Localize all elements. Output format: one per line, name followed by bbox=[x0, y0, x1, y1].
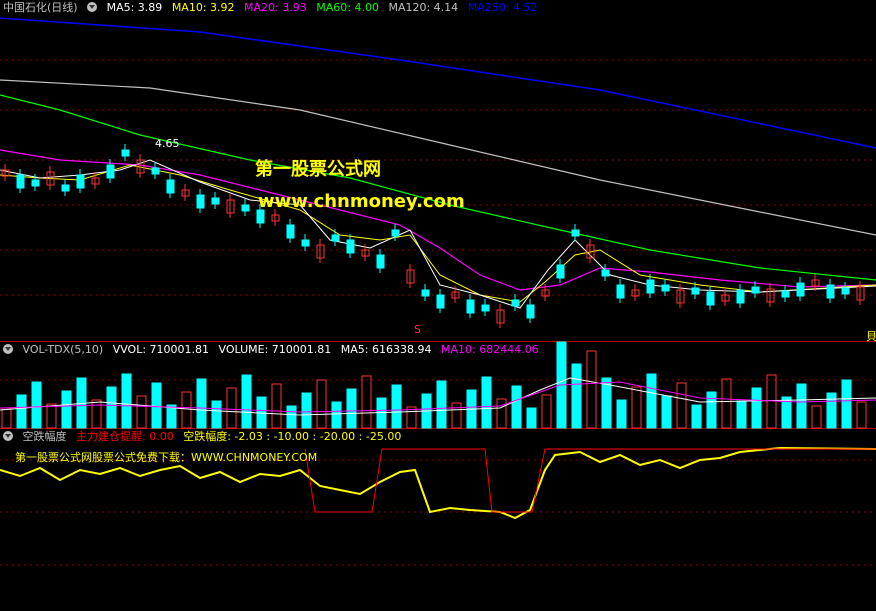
volume-bar bbox=[391, 384, 402, 429]
candle-body bbox=[31, 179, 40, 187]
high-price-label: 4.65 bbox=[155, 137, 180, 150]
volume-bar bbox=[151, 382, 162, 429]
kline-chart[interactable] bbox=[0, 0, 876, 611]
volume-bar bbox=[271, 383, 282, 429]
ma250-line bbox=[0, 17, 876, 149]
volume-bar bbox=[541, 394, 552, 429]
candle-body bbox=[781, 290, 790, 298]
candle-body bbox=[196, 194, 205, 209]
volume-bar bbox=[286, 405, 297, 429]
watermark-title: 第一股票公式网 bbox=[255, 159, 381, 180]
ma20-line bbox=[0, 149, 876, 291]
volume-bar bbox=[736, 400, 747, 429]
candle-body bbox=[211, 197, 220, 205]
volume-bar bbox=[361, 375, 372, 429]
candle-body bbox=[826, 284, 835, 299]
volume-bar bbox=[211, 400, 222, 429]
candle-body bbox=[841, 287, 850, 295]
volume-bar bbox=[1, 407, 12, 429]
volume-bar bbox=[826, 392, 837, 429]
volume-bar bbox=[331, 401, 342, 429]
candle-body bbox=[691, 287, 700, 295]
volume-bar bbox=[796, 383, 807, 429]
candle-body bbox=[61, 184, 70, 192]
candle-body bbox=[796, 282, 805, 297]
candle-body bbox=[241, 204, 250, 212]
candle-body bbox=[331, 234, 340, 242]
volume-bar bbox=[601, 377, 612, 429]
candle-body bbox=[646, 279, 655, 294]
volume-bar bbox=[751, 387, 762, 429]
candle-body bbox=[481, 304, 490, 312]
candle-body bbox=[376, 254, 385, 269]
volume-bar bbox=[196, 378, 207, 429]
candle-body bbox=[421, 289, 430, 297]
volume-bar bbox=[586, 350, 597, 429]
sell-marker: S bbox=[414, 323, 421, 336]
ma60-line bbox=[0, 94, 876, 281]
volume-bar bbox=[526, 407, 537, 429]
volume-bar bbox=[181, 391, 192, 429]
volume-bar bbox=[46, 403, 57, 429]
volume-bar bbox=[226, 387, 237, 429]
volume-bar bbox=[676, 382, 687, 429]
candle-body bbox=[466, 299, 475, 314]
volume-bar bbox=[481, 376, 492, 429]
volume-bar bbox=[511, 385, 522, 429]
volume-bar bbox=[856, 401, 867, 429]
candle-body bbox=[511, 299, 520, 307]
volume-bar bbox=[646, 373, 657, 429]
volume-bar bbox=[451, 402, 462, 429]
candle-body bbox=[526, 304, 535, 319]
volume-bar bbox=[691, 404, 702, 429]
candle-body bbox=[391, 229, 400, 237]
volume-bar bbox=[241, 374, 252, 429]
watermark-url: www.chnmoney.com bbox=[258, 191, 465, 212]
volume-bar bbox=[631, 386, 642, 429]
volume-bar bbox=[316, 379, 327, 429]
volume-bar bbox=[616, 399, 627, 429]
volume-bar bbox=[766, 374, 777, 429]
candle-body bbox=[121, 149, 130, 157]
candle-body bbox=[751, 286, 760, 294]
candle-body bbox=[706, 291, 715, 306]
volume-bar bbox=[106, 386, 117, 429]
volume-bar bbox=[346, 388, 357, 429]
volume-bar bbox=[121, 373, 132, 429]
candle-body bbox=[151, 167, 160, 175]
candle-body bbox=[571, 229, 580, 237]
candle-body bbox=[166, 179, 175, 194]
candle-body bbox=[601, 269, 610, 277]
volume-bar bbox=[16, 394, 27, 429]
volume-bar bbox=[661, 395, 672, 429]
volume-bar bbox=[571, 363, 582, 429]
candle-body bbox=[556, 264, 565, 279]
candle-body bbox=[301, 239, 310, 247]
indicator-watermark: 第一股票公式网股票公式免费下载：WWW.CHNMONEY.COM bbox=[15, 451, 318, 464]
volume-bar bbox=[436, 380, 447, 429]
candle-body bbox=[616, 284, 625, 299]
volume-bar bbox=[811, 405, 822, 429]
candle-body bbox=[436, 294, 445, 309]
candle-body bbox=[661, 284, 670, 292]
candle-body bbox=[736, 289, 745, 304]
volume-bar bbox=[136, 395, 147, 429]
ma5-line bbox=[0, 159, 876, 309]
candle-body bbox=[346, 239, 355, 254]
build-alert-line bbox=[304, 448, 876, 513]
candle-body bbox=[106, 164, 115, 179]
volume-bar bbox=[721, 378, 732, 429]
volume-bar bbox=[91, 399, 102, 429]
volume-bar bbox=[706, 391, 717, 429]
volume-bar bbox=[61, 390, 72, 429]
volume-bar bbox=[496, 398, 507, 429]
volume-bar bbox=[31, 381, 42, 429]
volume-bar bbox=[301, 392, 312, 429]
candle-body bbox=[286, 224, 295, 239]
candle-body bbox=[16, 174, 25, 189]
candle-body bbox=[76, 174, 85, 189]
volume-bar bbox=[841, 379, 852, 429]
right-edge-marker: 貝 bbox=[866, 330, 876, 343]
